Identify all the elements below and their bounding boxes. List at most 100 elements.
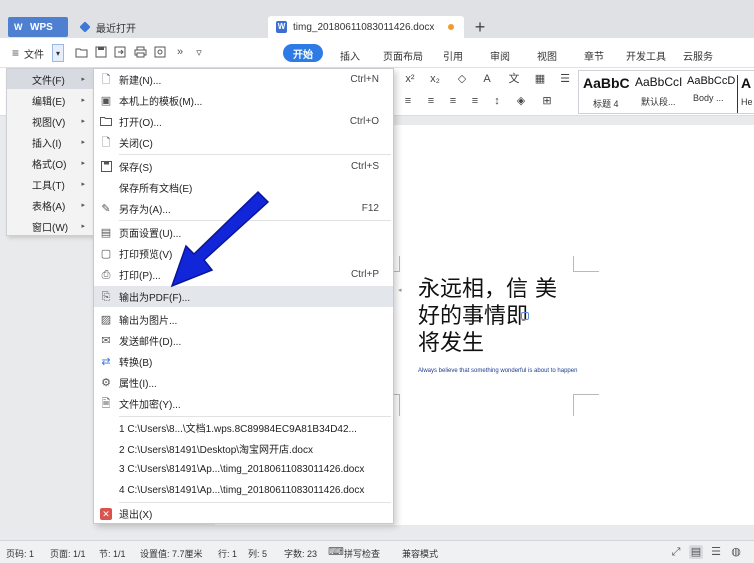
align-left-icon[interactable]: ≡ [401, 96, 415, 107]
fullscreen-icon[interactable]: ⤢ [669, 545, 683, 559]
tab-review[interactable]: 审阅 [490, 47, 510, 63]
tab-view[interactable]: 视图 [537, 47, 557, 63]
recent-icon [79, 21, 91, 33]
border-box-icon[interactable]: ⊞ [540, 96, 554, 107]
submenu-arrow-icon: ▸ [81, 181, 85, 188]
tab-insert[interactable]: 插入 [340, 47, 360, 63]
tab-cloud[interactable]: 云服务 [683, 47, 713, 63]
style-heading[interactable]: A He [737, 75, 754, 113]
export-image-item[interactable]: ▨ 输出为图片... [94, 309, 393, 330]
menu-item-tools[interactable]: 工具(T) ▸ [7, 174, 93, 194]
list-icon[interactable]: ☰ [558, 74, 572, 85]
properties-item[interactable]: ⚙ 属性(I)... [94, 372, 393, 393]
customize-icon[interactable]: ▿ [192, 45, 206, 59]
unsaved-dot-icon [448, 24, 454, 30]
mail-icon: ✉ [101, 334, 111, 347]
tab-developer[interactable]: 开发工具 [626, 47, 666, 63]
tab-start[interactable]: 开始 [283, 44, 323, 62]
export-icon[interactable] [113, 45, 127, 59]
status-word-count[interactable]: 字数: 23 [284, 547, 317, 560]
folder-icon [100, 116, 112, 128]
justify-icon[interactable]: ≡ [468, 96, 482, 107]
recent-file-4[interactable]: 4 C:\Users\81491\Ap...\timg_201806110830… [94, 480, 393, 501]
status-compat-mode[interactable]: 兼容模式 [402, 547, 438, 560]
print-shortcut: Ctrl+P [350, 269, 379, 280]
document-subtitle[interactable]: Always believe that something wonderful … [418, 366, 583, 376]
status-page-number[interactable]: 页码: 1 [6, 547, 34, 560]
status-col[interactable]: 列: 5 [248, 547, 267, 560]
annotation-arrow-icon [170, 190, 270, 288]
outline-view-icon[interactable]: ☰ [709, 545, 723, 559]
menu-item-window[interactable]: 窗口(W) ▸ [7, 216, 93, 236]
page-setup-icon: ▤ [100, 226, 112, 239]
template-item[interactable]: ▣ 本机上的模板(M)... [94, 90, 393, 111]
recent-file-1[interactable]: 1 C:\Users\8...\文档1.wps.8C89984EC9A81B34… [94, 417, 393, 438]
preview-icon[interactable] [153, 45, 167, 59]
status-setting[interactable]: 设置值: 7.7厘米 [140, 547, 203, 560]
save-icon[interactable] [94, 45, 108, 59]
menu-item-tools-label: 工具(T) [32, 180, 65, 192]
style-body[interactable]: AaBbCcD Body ... [687, 75, 739, 113]
page-view-icon[interactable]: ▤ [689, 545, 703, 559]
style-heading4[interactable]: AaBbC 标题 4 [583, 75, 635, 113]
line-spacing-icon[interactable]: ↕ [490, 96, 504, 107]
new-tab-button[interactable]: + [470, 16, 490, 38]
submenu-arrow-icon: ▸ [81, 76, 85, 83]
title-bar: W WPS 最近打开 W timg_20180611083011426.docx… [0, 0, 754, 38]
shading-icon[interactable]: ◈ [514, 96, 528, 107]
exit-item[interactable]: ✕ 退出(X) [94, 503, 393, 524]
menu-dropdown-button[interactable]: ▾ [52, 44, 64, 62]
border-icon[interactable]: ▦ [533, 74, 547, 85]
menu-item-window-label: 窗口(W) [32, 222, 69, 234]
open-icon[interactable] [74, 45, 88, 59]
convert-item[interactable]: ⇄ 转换(B) [94, 351, 393, 372]
convert-icon: ⇄ [101, 355, 111, 368]
status-pages[interactable]: 页面: 1/1 [50, 547, 86, 560]
font-style-icon[interactable]: A [480, 74, 494, 85]
image-icon: ▨ [100, 313, 112, 326]
recent-file-3[interactable]: 3 C:\Users\81491\Ap...\timg_201806110830… [94, 459, 393, 480]
phonetic-icon[interactable]: 文 [507, 74, 521, 85]
tab-document-label: timg_20180611083011426.docx [293, 21, 435, 33]
open-item[interactable]: 打开(O)... Ctrl+O [94, 111, 393, 132]
menu-item-insert[interactable]: 插入(I) ▸ [7, 132, 93, 152]
align-center-icon[interactable]: ≡ [424, 96, 438, 107]
recent-file-2[interactable]: 2 C:\Users\81491\Desktop\淘宝网开店.docx [94, 438, 393, 459]
print-icon[interactable] [133, 45, 147, 59]
menu-item-file[interactable]: 文件(F) ▸ [7, 69, 93, 89]
menu-item-view[interactable]: 视图(V) ▸ [7, 111, 93, 131]
status-section[interactable]: 节: 1/1 [99, 547, 126, 560]
style-heading4-sample: AaBbC [583, 75, 630, 91]
document-body[interactable]: 永远相，信 美 好的事情即 将发生 [418, 276, 578, 357]
tab-wps-home[interactable]: W WPS [8, 17, 68, 37]
send-mail-item[interactable]: ✉ 发送邮件(D)... [94, 330, 393, 351]
align-right-icon[interactable]: ≡ [446, 96, 460, 107]
more-tools-button[interactable]: » [173, 45, 187, 59]
encrypt-item[interactable]: 🗎 文件加密(Y)... [94, 393, 393, 414]
tab-chapter[interactable]: 章节 [584, 47, 604, 63]
clear-format-icon[interactable]: ◇ [455, 74, 469, 85]
new-item[interactable]: 🗋 新建(N)... Ctrl+N [94, 69, 393, 90]
close-item[interactable]: 🗋 关闭(C) [94, 132, 393, 153]
tab-recent[interactable]: 最近打开 [74, 16, 254, 38]
style-heading-sample: A [741, 75, 752, 91]
menu-item-edit[interactable]: 编辑(E) ▸ [7, 90, 93, 110]
tab-document[interactable]: W timg_20180611083011426.docx [268, 16, 464, 38]
superscript-icon[interactable]: x² [403, 74, 417, 85]
web-view-icon[interactable]: ◍ [729, 545, 743, 559]
text-cursor-handle[interactable] [521, 312, 529, 320]
status-row[interactable]: 行: 1 [218, 547, 237, 560]
menu-item-format[interactable]: 格式(O) ▸ [7, 153, 93, 173]
subscript-icon[interactable]: x₂ [428, 74, 442, 85]
status-spellcheck[interactable]: 拼写检查 [344, 547, 380, 560]
spellcheck-icon: ⌨ [328, 546, 344, 558]
recent-file-2-label: 2 C:\Users\81491\Desktop\淘宝网开店.docx [119, 445, 313, 456]
open-shortcut: Ctrl+O [349, 116, 379, 127]
save-item[interactable]: 保存(S) Ctrl+S [94, 156, 393, 177]
tab-references[interactable]: 引用 [443, 47, 463, 63]
tab-page-layout[interactable]: 页面布局 [383, 47, 423, 63]
menu-item-table[interactable]: 表格(A) ▸ [7, 195, 93, 215]
file-menu-button[interactable]: ≡ 文件 [12, 45, 44, 61]
style-default[interactable]: AaBbCcI 默认段... [635, 75, 687, 113]
recent-file-3-label: 3 C:\Users\81491\Ap...\timg_201806110830… [119, 464, 365, 475]
